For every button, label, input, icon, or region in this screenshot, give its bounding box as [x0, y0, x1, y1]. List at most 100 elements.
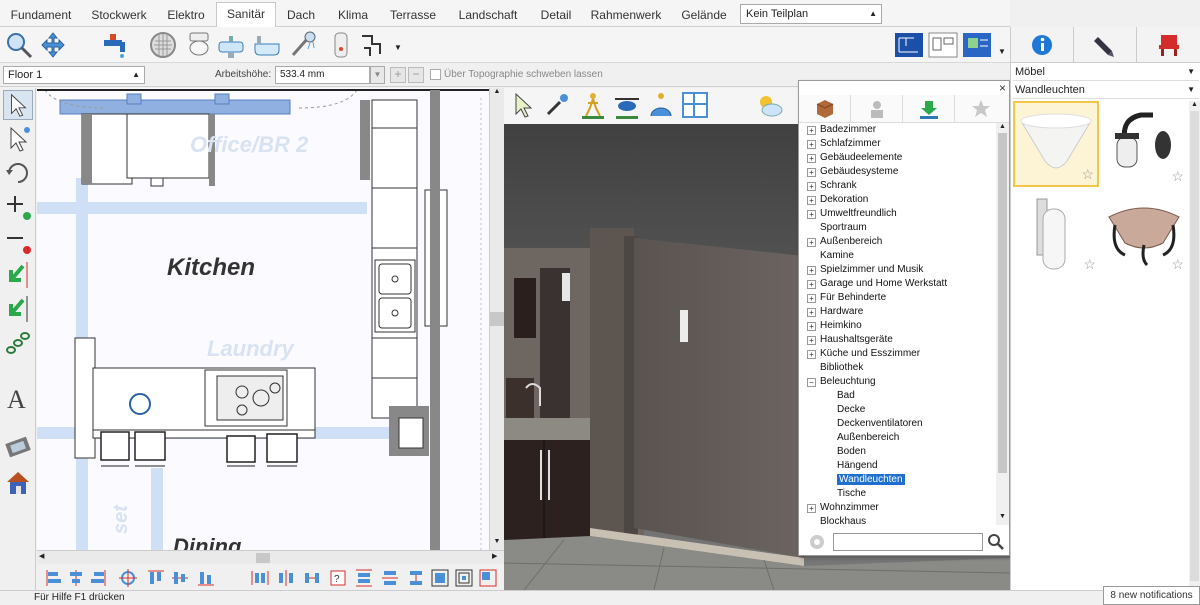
center-both-icon[interactable]: [119, 569, 137, 587]
tab-fundament[interactable]: Fundament: [3, 4, 79, 26]
favorite-star-icon[interactable]: ☆: [1083, 256, 1096, 273]
tab-dach[interactable]: Dach: [278, 4, 324, 26]
scroll-up-arrow-icon[interactable]: ▲: [1189, 101, 1200, 108]
tree-item[interactable]: + Schrank: [807, 179, 857, 193]
scroll-left-arrow-icon[interactable]: ◀: [39, 552, 44, 560]
catalog-item[interactable]: ☆: [1013, 189, 1099, 275]
zoom-icon[interactable]: [4, 30, 34, 60]
tree-item[interactable]: + Spielzimmer und Musik: [807, 263, 923, 277]
water-heater-icon[interactable]: [326, 30, 356, 60]
view-options-chevron-icon[interactable]: ▼: [998, 47, 1006, 56]
helicopter-view-icon[interactable]: [612, 90, 642, 120]
favorite-star-icon[interactable]: ☆: [1171, 256, 1184, 273]
scroll-thumb[interactable]: [998, 133, 1007, 473]
tree-item[interactable]: + Wohnzimmer: [807, 501, 879, 515]
color-picker-icon[interactable]: [542, 90, 572, 120]
pipe-routing-icon[interactable]: [358, 30, 388, 60]
floor-plan-canvas[interactable]: Office/BR 2 Kitchen Laundry Dining set: [37, 88, 490, 550]
align-center-icon[interactable]: [67, 569, 85, 587]
tree-item[interactable]: Hängend: [837, 459, 878, 473]
decrease-height-button[interactable]: −: [408, 67, 424, 83]
catalog-item[interactable]: ☆: [1013, 101, 1099, 187]
tree-item[interactable]: + Badezimmer: [807, 123, 876, 137]
tree-item[interactable]: + Umweltfreundlich: [807, 207, 897, 221]
tab-download-catalog[interactable]: [903, 95, 955, 123]
category-dropdown[interactable]: Möbel ▼: [1013, 63, 1199, 81]
scroll-down-arrow-icon[interactable]: ▼: [996, 513, 1009, 520]
multi-select-icon[interactable]: [3, 124, 33, 154]
gear-icon[interactable]: [807, 532, 827, 552]
fit-corner-icon[interactable]: [479, 569, 497, 587]
distribute-vertical-icon[interactable]: [355, 569, 373, 587]
tree-item[interactable]: + Dekoration: [807, 193, 868, 207]
topography-checkbox[interactable]: [430, 69, 441, 80]
tree-item[interactable]: Boden: [837, 445, 866, 459]
scroll-right-arrow-icon[interactable]: ▶: [492, 552, 497, 560]
pan-icon[interactable]: [38, 30, 68, 60]
tree-item-selected[interactable]: Wandleuchten: [837, 473, 905, 487]
align-bottom-icon[interactable]: [197, 569, 215, 587]
tab-user-catalog[interactable]: [851, 95, 903, 123]
tree-item[interactable]: + Gebäudeelemente: [807, 151, 902, 165]
select-arrow-icon[interactable]: [3, 90, 33, 120]
tab-detail[interactable]: Detail: [530, 4, 582, 26]
tree-item[interactable]: + Heimkino: [807, 319, 862, 333]
tab-sanitaer[interactable]: Sanitär: [216, 2, 276, 27]
tree-item[interactable]: + Gebäudesysteme: [807, 165, 898, 179]
working-height-input[interactable]: 533.4 mm: [275, 66, 370, 84]
tab-landschaft[interactable]: Landschaft: [450, 4, 526, 26]
library-scrollbar[interactable]: ▲ ▼: [996, 123, 1009, 525]
tree-item[interactable]: − Beleuchtung: [807, 375, 876, 389]
space-horizontal-icon[interactable]: [277, 569, 295, 587]
library-search-input[interactable]: [833, 533, 983, 551]
tree-item[interactable]: Bad: [837, 389, 855, 403]
working-height-dropdown[interactable]: ▼: [370, 66, 385, 84]
drain-grate-icon[interactable]: [148, 30, 178, 60]
scroll-thumb[interactable]: [256, 553, 270, 563]
tree-item[interactable]: Tische: [837, 487, 866, 501]
floor-select[interactable]: Floor 1 ▲▼: [3, 66, 145, 95]
scroll-thumb[interactable]: [490, 312, 504, 326]
fit-box-icon[interactable]: [431, 569, 449, 587]
floor-plan-view-icon[interactable]: [894, 30, 924, 60]
bathtub-icon[interactable]: [252, 30, 282, 60]
elevation-view-icon[interactable]: [928, 30, 958, 60]
catalog-item[interactable]: ☆: [1101, 101, 1187, 187]
scroll-up-arrow-icon[interactable]: ▲: [996, 123, 1009, 130]
favorite-star-icon[interactable]: ☆: [1081, 166, 1094, 183]
tree-item[interactable]: Sportraum: [820, 221, 867, 235]
toilet-icon[interactable]: [184, 30, 214, 60]
scroll-down-arrow-icon[interactable]: ▼: [490, 538, 504, 548]
scroll-thumb[interactable]: [1190, 111, 1199, 581]
tab-stockwerk[interactable]: Stockwerk: [82, 4, 156, 26]
tab-elektro[interactable]: Elektro: [158, 4, 214, 26]
tree-item[interactable]: + Küche und Esszimmer: [807, 347, 920, 361]
site-plan-view-icon[interactable]: [962, 30, 992, 60]
tree-item[interactable]: + Hardware: [807, 305, 863, 319]
tab-rahmenwerk[interactable]: Rahmenwerk: [585, 4, 667, 26]
house-icon[interactable]: [3, 468, 33, 498]
catalog-item[interactable]: ☆: [1101, 189, 1187, 275]
increase-height-button[interactable]: +: [390, 67, 406, 83]
tab-terrasse[interactable]: Terrasse: [382, 4, 444, 26]
plan-horizontal-scrollbar[interactable]: ◀ ▶: [37, 550, 504, 564]
tree-item[interactable]: + Schlafzimmer: [807, 137, 881, 151]
tree-item[interactable]: Deckenventilatoren: [837, 417, 923, 431]
notifications-badge[interactable]: 8 new notifications: [1103, 586, 1200, 605]
align-right-icon[interactable]: [89, 569, 107, 587]
film-strip-icon[interactable]: [3, 432, 33, 462]
tree-item[interactable]: Decke: [837, 403, 865, 417]
tree-item[interactable]: + Garage und Home Werkstatt: [807, 277, 947, 291]
shower-icon[interactable]: [288, 30, 318, 60]
scroll-up-arrow-icon[interactable]: ▲: [490, 88, 504, 98]
snap-arrow-icon[interactable]: [3, 260, 33, 290]
close-icon[interactable]: ×: [999, 81, 1006, 95]
sun-weather-icon[interactable]: [754, 90, 784, 120]
favorite-star-icon[interactable]: ☆: [1171, 168, 1184, 185]
plan-vertical-scrollbar[interactable]: ▲ ▼: [490, 88, 504, 550]
subplan-select[interactable]: Kein Teilplan ▲▼: [740, 4, 882, 36]
walkthrough-icon[interactable]: [578, 90, 608, 120]
tab-furniture[interactable]: [1137, 27, 1200, 63]
rotate-icon[interactable]: [3, 158, 33, 188]
remove-point-icon[interactable]: [3, 226, 33, 256]
